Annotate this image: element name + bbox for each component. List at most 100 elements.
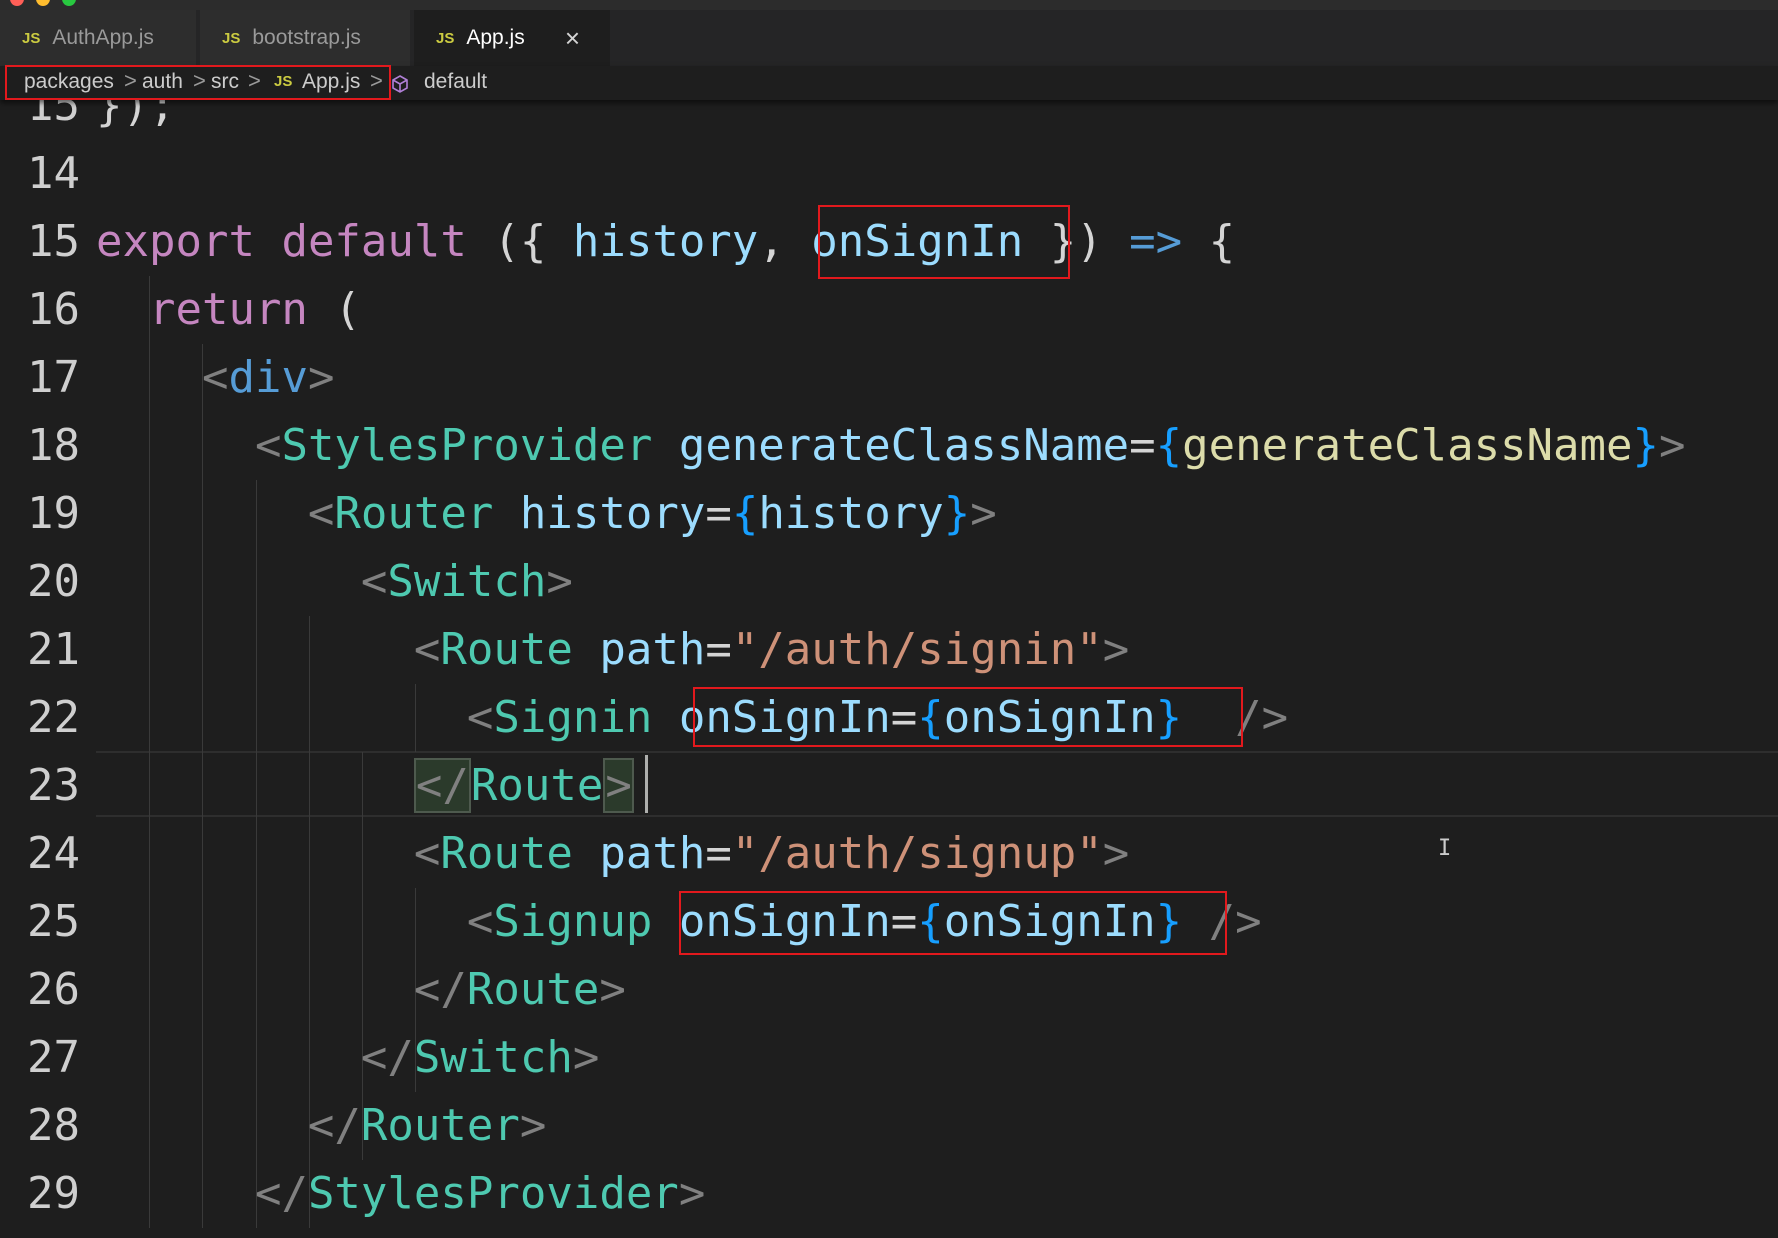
line-number: 15 <box>27 100 80 131</box>
line-code: </Route> <box>96 752 634 820</box>
breadcrumb-item-symbol[interactable]: default <box>424 70 487 94</box>
line-code: <div> <box>96 344 334 412</box>
line-number: 27 <box>27 1032 80 1083</box>
code-token: < <box>360 556 388 607</box>
line-code: </Switch> <box>96 1024 599 1092</box>
code-token: , <box>758 216 812 267</box>
line-number: 22 <box>27 692 80 743</box>
code-token: > <box>1102 828 1130 879</box>
tab-bootstrap[interactable]: JS bootstrap.js <box>200 10 410 66</box>
line-number: 17 <box>27 352 80 403</box>
code-token: = <box>705 624 732 675</box>
annotation-box-breadcrumb <box>5 65 391 100</box>
code-token: < <box>254 420 282 471</box>
code-token: </ <box>307 1100 361 1151</box>
code-token: } <box>943 488 971 539</box>
minimize-window-button[interactable] <box>36 0 50 6</box>
code-token: > <box>603 758 634 813</box>
line-number: 29 <box>27 1168 80 1219</box>
line-number: 23 <box>27 760 80 811</box>
code-line[interactable]: 18 <StylesProvider generateClassName={ge… <box>0 412 1778 480</box>
javascript-file-icon: JS <box>222 29 241 47</box>
code-token: history <box>758 488 944 539</box>
code-token: < <box>466 692 494 743</box>
code-token: { <box>1182 216 1236 267</box>
code-token: Signup <box>493 896 653 947</box>
code-token: > <box>1102 624 1130 675</box>
line-code: return ( <box>96 276 361 344</box>
editor-tab-bar: JS AuthApp.js JS bootstrap.js JS App.js … <box>0 10 1778 66</box>
code-token: </ <box>254 1168 308 1219</box>
annotation-box-signup-prop <box>679 891 1227 955</box>
code-token: > <box>546 556 573 607</box>
line-number: 26 <box>27 964 80 1015</box>
annotation-box-onsignin-param <box>818 205 1070 279</box>
code-token: ({ <box>466 216 573 267</box>
code-token: </ <box>413 964 467 1015</box>
code-line[interactable]: 17 <div> <box>0 344 1778 412</box>
code-token: Switch <box>387 556 547 607</box>
code-token: return <box>148 284 308 335</box>
code-token: Route <box>466 964 600 1015</box>
code-token: /> <box>1235 692 1289 743</box>
line-number: 28 <box>27 1100 80 1151</box>
code-token: < <box>466 896 494 947</box>
code-token: { <box>731 488 759 539</box>
code-token: > <box>572 1032 600 1083</box>
code-token: > <box>678 1168 706 1219</box>
code-line[interactable]: 14 <box>0 140 1778 208</box>
code-token: history <box>572 216 759 267</box>
tab-label: App.js <box>466 26 525 49</box>
tab-label: AuthApp.js <box>52 26 154 49</box>
code-line[interactable]: 29 </StylesProvider> <box>0 1160 1778 1228</box>
zoom-window-button[interactable] <box>62 0 76 6</box>
code-line[interactable]: 28 </Router> <box>0 1092 1778 1160</box>
code-token: history <box>519 488 706 539</box>
code-line[interactable]: 15}); <box>0 100 1778 140</box>
code-token: StylesProvider <box>307 1168 679 1219</box>
tab-app[interactable]: JS App.js × <box>414 10 610 66</box>
code-token: }); <box>96 100 176 131</box>
code-line[interactable]: 26 </Route> <box>0 956 1778 1024</box>
close-icon[interactable]: × <box>565 23 580 54</box>
line-code: <Route path="/auth/signin"> <box>96 616 1129 684</box>
code-token: < <box>413 624 441 675</box>
code-line[interactable]: 20 <Switch> <box>0 548 1778 616</box>
code-line[interactable]: 21 <Route path="/auth/signin"> <box>0 616 1778 684</box>
line-number: 21 <box>27 624 80 675</box>
code-token: Route <box>440 624 573 675</box>
code-token: > <box>519 1100 547 1151</box>
tab-authapp[interactable]: JS AuthApp.js <box>0 10 196 66</box>
code-token: default <box>281 216 467 267</box>
code-token: Route <box>470 760 604 811</box>
line-number: 15 <box>27 216 80 267</box>
close-window-button[interactable] <box>10 0 24 6</box>
code-line[interactable]: 23 </Route> <box>0 752 1778 820</box>
code-token: generateClassName <box>678 420 1130 471</box>
code-token: > <box>970 488 997 539</box>
code-line[interactable]: 27 </Switch> <box>0 1024 1778 1092</box>
code-token: Route <box>440 828 573 879</box>
line-number: 18 <box>27 420 80 471</box>
line-code: <Route path="/auth/signup"> <box>96 820 1129 888</box>
code-token: div <box>228 352 308 403</box>
code-line[interactable]: 16 return ( <box>0 276 1778 344</box>
line-number: 19 <box>27 488 80 539</box>
code-line[interactable]: 24 <Route path="/auth/signup"> <box>0 820 1778 888</box>
line-code: <StylesProvider generateClassName={gener… <box>96 412 1686 480</box>
code-line[interactable]: 19 <Router history={history}> <box>0 480 1778 548</box>
